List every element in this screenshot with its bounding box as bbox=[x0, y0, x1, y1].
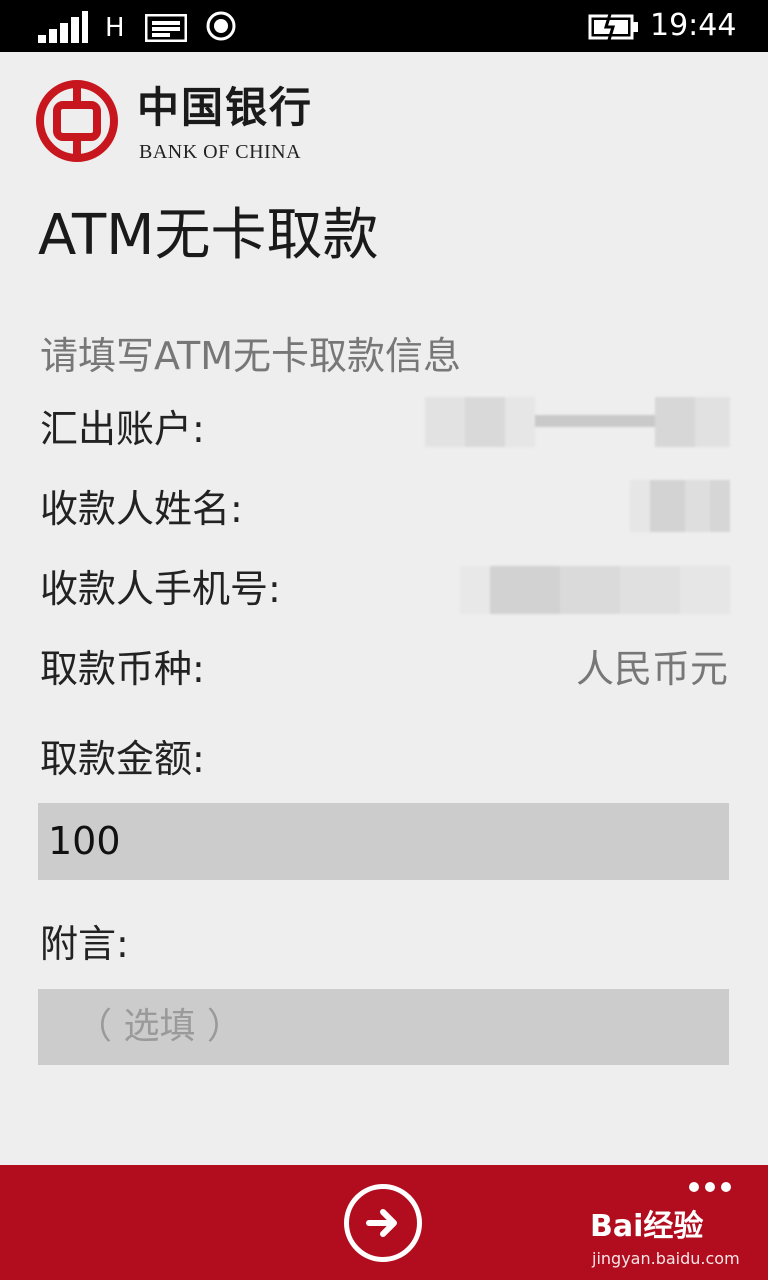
note-label: 附言: bbox=[40, 922, 129, 966]
bank-name-chinese: 中国银行 bbox=[137, 83, 314, 132]
bank-of-china-logo-icon bbox=[36, 80, 118, 162]
clock: 19:44 bbox=[650, 8, 737, 43]
location-icon bbox=[206, 11, 236, 41]
more-dots-icon[interactable] bbox=[688, 1177, 732, 1197]
currency-label: 取款币种: bbox=[40, 647, 205, 691]
signal-strength-icon bbox=[38, 11, 88, 43]
source-account-label: 汇出账户: bbox=[40, 407, 205, 451]
amount-label: 取款金额: bbox=[40, 737, 205, 781]
payee-name-label: 收款人姓名: bbox=[40, 487, 243, 531]
payee-name-value-redacted bbox=[630, 480, 730, 532]
page-subtitle: 请填写ATM无卡取款信息 bbox=[40, 334, 462, 378]
bank-name-english: BANK OF CHINA bbox=[139, 141, 302, 163]
baidu-jingyan-watermark: Bai经验 jingyan.baidu.com bbox=[590, 1209, 740, 1277]
source-account-value-redacted bbox=[425, 397, 730, 447]
currency-value: 人民币元 bbox=[575, 647, 728, 691]
watermark-title: Bai经验 bbox=[590, 1209, 704, 1244]
message-icon bbox=[145, 14, 187, 42]
status-bar: H 19:44 bbox=[0, 0, 768, 52]
battery-charging-icon bbox=[588, 13, 638, 41]
payee-phone-value-redacted bbox=[460, 566, 730, 614]
network-type: H bbox=[105, 13, 125, 43]
arrow-right-circle-icon bbox=[366, 1209, 397, 1237]
watermark-url: jingyan.baidu.com bbox=[592, 1249, 740, 1268]
amount-input[interactable]: 100 bbox=[38, 803, 729, 880]
next-button[interactable] bbox=[344, 1184, 422, 1262]
app-bar: Bai经验 jingyan.baidu.com bbox=[0, 1165, 768, 1280]
page-title: ATM无卡取款 bbox=[38, 203, 379, 268]
note-input[interactable]: （ 选填 ） bbox=[38, 989, 729, 1065]
payee-phone-label: 收款人手机号: bbox=[40, 567, 281, 611]
